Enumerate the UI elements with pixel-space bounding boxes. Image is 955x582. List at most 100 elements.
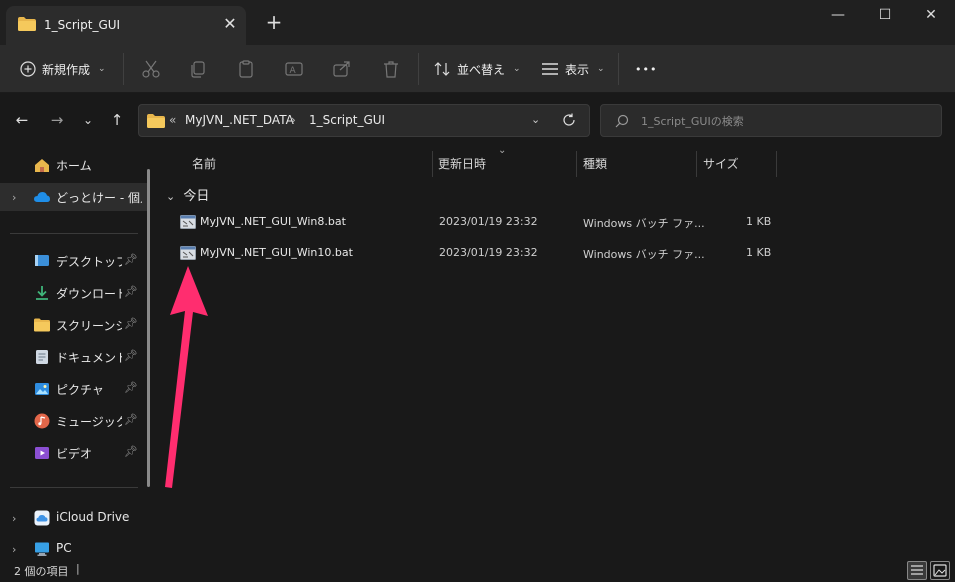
chevron-down-icon: ⌄ xyxy=(513,64,521,74)
minimize-button[interactable]: — xyxy=(815,0,861,32)
divider xyxy=(618,53,619,85)
new-button-label: 新規作成 xyxy=(42,62,91,77)
expand-chevron-icon[interactable]: › xyxy=(12,512,16,525)
sidebar-item-downloads[interactable]: ダウンロード 📌︎ xyxy=(0,279,150,307)
folder-icon xyxy=(18,17,36,31)
table-row[interactable]: MyJVN_.NET_GUI_Win8.bat 2023/01/19 23:32… xyxy=(174,208,794,236)
svg-text:A: A xyxy=(290,66,297,76)
sidebar-item-label: iCloud Drive xyxy=(56,510,130,524)
column-header-date[interactable]: 更新日時 xyxy=(438,155,486,172)
column-header-type[interactable]: 種類 xyxy=(583,155,607,172)
table-row[interactable]: MyJVN_.NET_GUI_Win10.bat 2023/01/19 23:3… xyxy=(174,239,794,267)
sidebar-item-label: ホーム xyxy=(56,159,92,173)
sidebar-item-label: ドキュメント xyxy=(56,351,122,365)
address-history-chevron-icon[interactable]: ⌄ xyxy=(531,113,540,126)
new-tab-button[interactable]: + xyxy=(264,12,284,32)
item-count: 2 個の項目 xyxy=(14,565,69,578)
pin-icon: 📌︎ xyxy=(124,413,138,426)
sort-icon xyxy=(434,62,450,76)
copy-icon[interactable] xyxy=(187,58,209,80)
sort-chevron-icon: ⌄ xyxy=(498,145,507,156)
file-date: 2023/01/19 23:32 xyxy=(439,246,538,259)
group-header-today[interactable]: ⌄ 今日 xyxy=(166,185,209,204)
refresh-icon[interactable] xyxy=(562,113,576,127)
back-arrow-icon[interactable]: ← xyxy=(12,110,32,130)
pin-icon: 📌︎ xyxy=(124,381,138,394)
home-icon xyxy=(35,159,49,172)
maximize-button[interactable]: ☐ xyxy=(862,0,908,32)
expand-chevron-icon[interactable]: › xyxy=(12,543,16,556)
cut-icon[interactable] xyxy=(140,58,162,80)
up-arrow-icon[interactable]: ↑ xyxy=(107,110,127,130)
column-divider[interactable] xyxy=(696,151,697,177)
file-list: 名前 ⌄ 更新日時 種類 サイズ ⌄ 今日 MyJVN_.NET_GUI_Win… xyxy=(160,145,955,559)
tab-1-script-gui[interactable]: 1_Script_GUI ✕ xyxy=(6,6,246,45)
sidebar-item-documents[interactable]: ドキュメント 📌︎ xyxy=(0,343,150,371)
desktop-icon xyxy=(35,255,49,266)
sidebar-item-music[interactable]: ミュージック 📌︎ xyxy=(0,407,150,435)
expand-chevron-icon[interactable]: › xyxy=(12,191,16,204)
breadcrumb-overflow[interactable]: « xyxy=(169,113,176,127)
column-header-name[interactable]: 名前 xyxy=(192,155,216,172)
new-button[interactable]: 新規作成 ⌄ xyxy=(20,55,106,83)
download-icon xyxy=(36,286,48,300)
sidebar-item-screenshots[interactable]: スクリーンショット 📌︎ xyxy=(0,311,150,339)
tiles-view-icon xyxy=(933,564,947,577)
pin-icon: 📌︎ xyxy=(124,349,138,362)
video-icon xyxy=(35,447,49,459)
sidebar-item-pictures[interactable]: ピクチャ 📌︎ xyxy=(0,375,150,403)
document-icon xyxy=(36,350,48,364)
file-type: Windows バッチ ファ... xyxy=(583,248,705,261)
sidebar-item-label: スクリーンショット xyxy=(56,319,122,333)
sidebar-item-videos[interactable]: ビデオ 📌︎ xyxy=(0,439,150,467)
address-bar[interactable]: « MyJVN_.NET_DATA › 1_Script_GUI ⌄ xyxy=(138,104,590,137)
column-divider[interactable] xyxy=(576,151,577,177)
group-label: 今日 xyxy=(183,189,210,204)
search-icon xyxy=(615,114,629,128)
pc-icon xyxy=(35,542,49,556)
sidebar-scrollbar[interactable] xyxy=(147,169,150,487)
sidebar-item-label: デスクトップ xyxy=(56,255,122,269)
column-divider[interactable] xyxy=(776,151,777,177)
divider xyxy=(10,487,138,488)
sidebar-item-label: PC xyxy=(56,541,72,555)
tab-close-icon[interactable]: ✕ xyxy=(221,15,239,33)
forward-arrow-icon[interactable]: → xyxy=(47,110,67,130)
sort-button-label: 並べ替え xyxy=(457,62,506,77)
details-view-button[interactable] xyxy=(907,561,927,580)
view-button[interactable]: 表示 ⌄ xyxy=(541,55,605,83)
status-bar: 2 個の項目 | xyxy=(0,559,955,582)
sidebar-item-label: ダウンロード xyxy=(56,287,122,301)
pin-icon: 📌︎ xyxy=(124,317,138,330)
sort-button[interactable]: 並べ替え ⌄ xyxy=(433,55,521,83)
column-header-size[interactable]: サイズ xyxy=(703,155,739,172)
more-options-button[interactable]: ••• xyxy=(635,55,657,83)
sidebar-item-icloud-drive[interactable]: › iCloud Drive xyxy=(0,504,150,532)
batch-file-icon xyxy=(180,246,196,260)
search-box[interactable] xyxy=(600,104,942,137)
sidebar-item-desktop[interactable]: デスクトップ 📌︎ xyxy=(0,247,150,275)
music-icon xyxy=(34,413,50,429)
divider xyxy=(123,53,124,85)
search-input[interactable] xyxy=(641,112,921,130)
collapse-chevron-icon: ⌄ xyxy=(166,190,176,203)
pin-icon: 📌︎ xyxy=(124,285,138,298)
column-divider[interactable] xyxy=(432,151,433,177)
pictures-icon xyxy=(35,383,49,395)
breadcrumb-item[interactable]: 1_Script_GUI xyxy=(309,113,385,127)
paste-icon[interactable] xyxy=(235,58,257,80)
navigation-row: ← → ⌄ ↑ « MyJVN_.NET_DATA › 1_Script_GUI… xyxy=(0,94,955,144)
view-list-icon xyxy=(542,63,558,75)
sidebar-item-home[interactable]: ホーム xyxy=(0,151,150,179)
rename-icon[interactable]: A xyxy=(283,58,305,80)
recent-chevron-icon[interactable]: ⌄ xyxy=(78,110,98,130)
details-view-icon xyxy=(911,565,923,575)
sidebar-item-onedrive[interactable]: › どっとけー - 個人用 xyxy=(0,183,150,211)
divider xyxy=(418,53,419,85)
share-icon[interactable] xyxy=(331,58,353,80)
close-window-button[interactable]: ✕ xyxy=(908,0,954,32)
delete-icon[interactable] xyxy=(380,58,402,80)
large-icons-view-button[interactable] xyxy=(930,561,950,580)
tab-title: 1_Script_GUI xyxy=(44,18,121,32)
breadcrumb-item[interactable]: MyJVN_.NET_DATA xyxy=(185,113,294,127)
